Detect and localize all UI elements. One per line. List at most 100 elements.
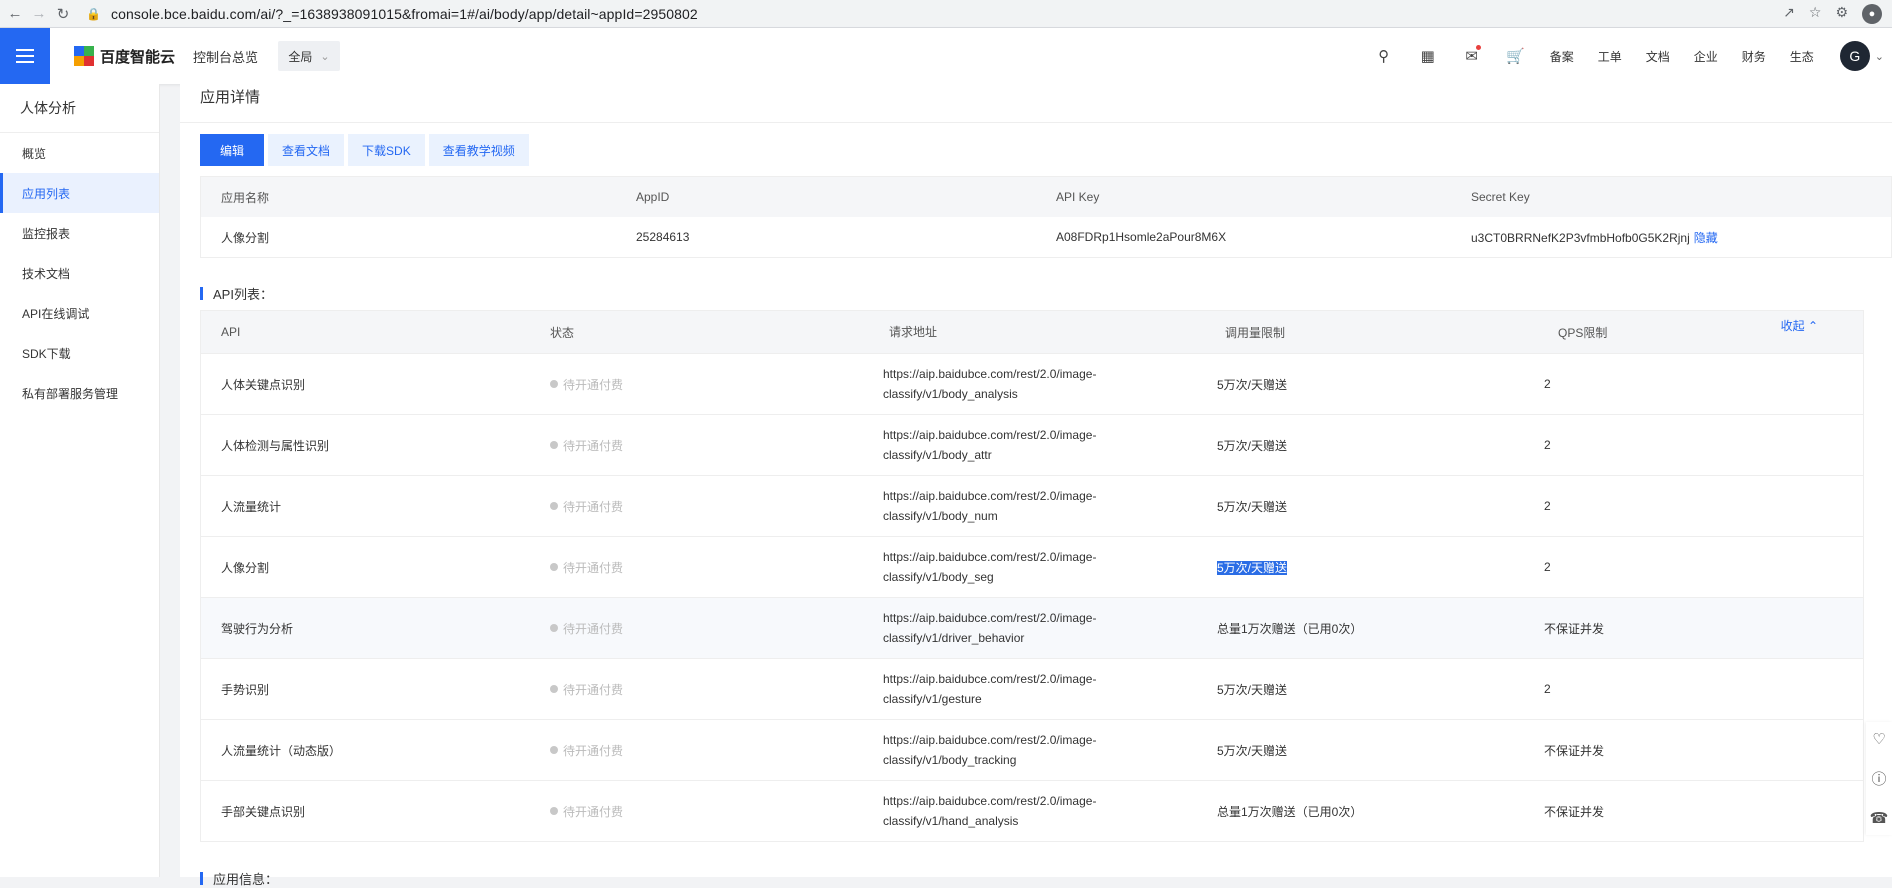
hide-secret-link[interactable]: 隐藏 <box>1694 231 1718 245</box>
api-name: 人像分割 <box>221 560 270 575</box>
status-text: 待开通付费 <box>563 560 624 575</box>
collapse-toggle[interactable]: 收起 ⌃ <box>1781 317 1818 334</box>
nav-link-ecosystem[interactable]: 生态 <box>1790 48 1814 65</box>
sidebar-item-tech-docs[interactable]: 技术文档 <box>0 253 159 293</box>
sidebar-item-monitoring[interactable]: 监控报表 <box>0 213 159 253</box>
help-icon[interactable]: ⓘ <box>1871 768 1886 789</box>
status-dot-icon <box>550 746 558 754</box>
sidebar: 人体分析 概览 应用列表 监控报表 技术文档 API在线调试 SDK下载 私有部… <box>0 84 160 877</box>
status-text: 待开通付费 <box>563 621 624 636</box>
scope-label: 全局 <box>288 49 313 64</box>
nav-link-ticket[interactable]: 工单 <box>1598 48 1622 65</box>
api-name: 人流量统计（动态版） <box>221 743 342 758</box>
download-sdk-button[interactable]: 下载SDK <box>348 134 425 166</box>
forward-icon[interactable]: → <box>30 5 48 23</box>
table-row: 手势识别 待开通付费 https://aip.baidubce.com/rest/2… <box>201 658 1863 719</box>
nav-link-filing[interactable]: 备案 <box>1550 48 1574 65</box>
request-url-cell: https://aip.baidubce.com/rest/2.0/image-… <box>871 730 1207 770</box>
call-limit-cell: 总量1万次赠送（已用0次） <box>1207 620 1540 637</box>
page-title: 应用详情 <box>200 89 261 106</box>
back-icon[interactable]: ← <box>6 5 24 23</box>
nav-link-finance[interactable]: 财务 <box>1742 48 1766 65</box>
console-overview-link[interactable]: 控制台总览 <box>193 47 258 66</box>
call-limit: 5万次/天赠送 <box>1217 499 1288 514</box>
status-cell: 待开通付费 <box>537 437 871 454</box>
qps-limit: 2 <box>1544 438 1551 452</box>
nav-link-docs[interactable]: 文档 <box>1646 48 1670 65</box>
status-cell: 待开通付费 <box>537 681 871 698</box>
table-row: 人体检测与属性识别 待开通付费 https://aip.baidubce.com/r… <box>201 414 1863 475</box>
status-dot-icon <box>550 502 558 510</box>
message-icon[interactable]: ✉ <box>1450 45 1494 65</box>
scope-select[interactable]: 全局 ⌄ <box>278 41 341 71</box>
share-icon[interactable]: ↗ <box>1783 4 1795 24</box>
status-dot-icon <box>550 624 558 632</box>
table-row: 人像分割 待开通付费 https://aip.baidubce.com/rest/2… <box>201 536 1863 597</box>
status-cell: 待开通付费 <box>537 803 871 820</box>
grid-icon[interactable]: ▦ <box>1406 47 1450 65</box>
sidebar-title: 人体分析 <box>0 84 159 133</box>
call-limit: 5万次/天赠送 <box>1217 438 1288 453</box>
phone-icon[interactable]: ☎ <box>1870 809 1889 827</box>
logo-text: 百度智能云 <box>100 48 176 66</box>
appid-value: 25284613 <box>636 230 690 244</box>
edit-button[interactable]: 编辑 <box>200 134 265 166</box>
secret-key-cell: u3CT0BRRNefK2P3vfmbHofb0G5K2Rjnj 隐藏 <box>1451 229 1891 246</box>
request-url-cell: https://aip.baidubce.com/rest/2.0/image-… <box>871 608 1207 648</box>
status-dot-icon <box>550 380 558 388</box>
search-icon[interactable]: ⚲ <box>1362 47 1406 65</box>
api-table: API 状态 请求地址 调用量限制 QPS限制 收起 ⌃ 人体关键点识别 待开通付… <box>200 310 1864 842</box>
status-text: 待开通付费 <box>563 438 624 453</box>
table-row: 人流量统计（动态版） 待开通付费 https://aip.baidubce.com/… <box>201 719 1863 780</box>
sidebar-item-sdk-download[interactable]: SDK下载 <box>0 333 159 373</box>
cart-icon[interactable]: 🛒 <box>1494 47 1538 65</box>
status-dot-icon <box>550 563 558 571</box>
top-navigation: 百度智能云 控制台总览 全局 ⌄ ⚲ ▦ ✉ 🛒 备案 工单 文档 企业 财务 … <box>0 28 1892 84</box>
api-name: 人体关键点识别 <box>221 377 306 392</box>
header-request-url: 请求地址 <box>889 325 938 339</box>
table-row: 人流量统计 待开通付费 https://aip.baidubce.com/rest/… <box>201 475 1863 536</box>
favorite-heart-icon[interactable]: ♡ <box>1872 730 1885 748</box>
chevron-down-icon[interactable]: ⌄ <box>1875 50 1884 63</box>
qps-limit: 不保证并发 <box>1544 804 1605 819</box>
api-name: 手部关键点识别 <box>221 804 306 819</box>
url-text: console.bce.baidu.com/ai/?_=163893809101… <box>111 5 698 22</box>
request-url-line1: https://aip.baidubce.com/rest/2.0/image- <box>883 489 1097 503</box>
qps-limit: 不保证并发 <box>1544 743 1605 758</box>
sidebar-item-api-debug[interactable]: API在线调试 <box>0 293 159 333</box>
header-call-limit: 调用量限制 <box>1225 325 1286 340</box>
section-marker <box>200 872 203 885</box>
user-avatar[interactable]: G <box>1839 41 1870 71</box>
profile-icon[interactable]: ● <box>1862 4 1882 24</box>
chevron-down-icon: ⌄ <box>320 50 330 63</box>
bookmark-star-icon[interactable]: ☆ <box>1809 4 1822 24</box>
request-url-line1: https://aip.baidubce.com/rest/2.0/image- <box>883 672 1097 686</box>
status-text: 待开通付费 <box>563 377 624 392</box>
request-url-line2: classify/v1/body_num <box>883 509 998 523</box>
tutorial-video-button[interactable]: 查看教学视频 <box>428 134 529 166</box>
sidebar-item-private-deploy[interactable]: 私有部署服务管理 <box>0 373 159 413</box>
request-url-line1: https://aip.baidubce.com/rest/2.0/image- <box>883 367 1097 381</box>
call-limit-cell: 5万次/天赠送 <box>1207 498 1540 515</box>
request-url-line2: classify/v1/driver_behavior <box>883 631 1025 645</box>
address-bar[interactable]: 🔒 console.bce.baidu.com/ai/?_=1638938091… <box>86 6 698 22</box>
header-qps: QPS限制 <box>1558 325 1608 340</box>
logo[interactable]: 百度智能云 <box>74 46 175 67</box>
request-url-line1: https://aip.baidubce.com/rest/2.0/image- <box>883 428 1097 442</box>
header-status: 状态 <box>550 325 575 340</box>
header-qps-cell: QPS限制 收起 ⌃ <box>1540 319 1863 341</box>
extensions-icon[interactable]: ⚙ <box>1835 4 1848 24</box>
call-limit: 5万次/天赠送 <box>1217 560 1288 575</box>
hamburger-menu-button[interactable] <box>0 28 50 84</box>
header-secret-key: Secret Key <box>1471 190 1530 204</box>
request-url-cell: https://aip.baidubce.com/rest/2.0/image-… <box>871 791 1207 831</box>
view-docs-button[interactable]: 查看文档 <box>268 134 345 166</box>
section-marker <box>200 287 203 300</box>
lock-icon: 🔒 <box>86 6 102 21</box>
sidebar-item-overview[interactable]: 概览 <box>0 133 159 173</box>
nav-link-enterprise[interactable]: 企业 <box>1694 48 1718 65</box>
table-row: 手部关键点识别 待开通付费 https://aip.baidubce.com/res… <box>201 780 1863 841</box>
api-name: 手势识别 <box>221 682 270 697</box>
reload-icon[interactable]: ↻ <box>54 5 72 23</box>
sidebar-item-app-list[interactable]: 应用列表 <box>0 173 159 213</box>
